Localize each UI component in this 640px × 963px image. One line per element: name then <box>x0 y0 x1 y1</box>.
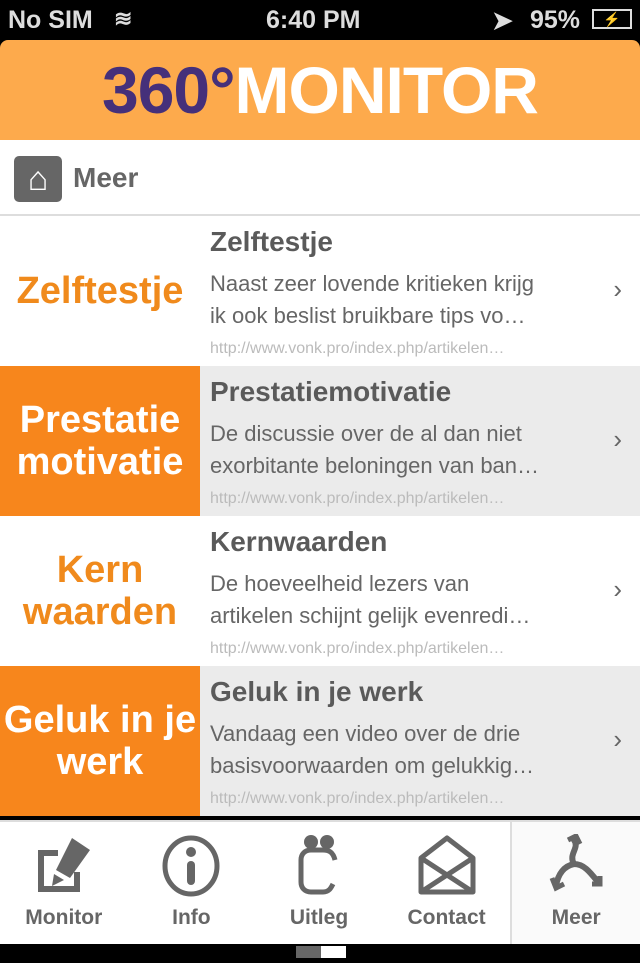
more-arrows-icon <box>512 822 640 902</box>
item-title: Prestatiemotivatie <box>210 376 452 407</box>
tab-info[interactable]: Info <box>128 822 256 944</box>
tab-label: Contact <box>407 906 486 929</box>
article-list: Zelftestje Zelftestje Naast zeer lovende… <box>0 216 640 816</box>
people-icon <box>255 822 383 902</box>
thumbnail: Geluk in je werk <box>0 666 200 816</box>
item-desc: ik ook beslist bruikbare tips vo… <box>210 303 526 328</box>
item-title: Geluk in je werk <box>210 676 424 707</box>
thumbnail: Kern waarden <box>0 516 200 666</box>
chevron-right-icon: › <box>613 574 622 604</box>
page-title: Meer <box>73 162 139 193</box>
logo-word: MONITOR <box>234 53 539 127</box>
tab-bar: Monitor Info Uitleg Contact Meer <box>0 820 640 944</box>
tab-label: Meer <box>551 906 601 929</box>
battery-percent: 95% <box>530 6 581 34</box>
tab-label: Monitor <box>25 906 103 929</box>
chevron-right-icon: › <box>613 424 622 454</box>
item-desc: Naast zeer lovende kritieken krijg <box>210 271 535 296</box>
battery-icon: ⚡ <box>592 9 632 29</box>
item-desc: De hoeveelheid lezers van <box>210 571 470 596</box>
pen-icon <box>0 822 128 902</box>
item-url: http://www.vonk.pro/index.php/artikelen… <box>210 640 505 657</box>
item-desc: exorbitante beloningen van ban… <box>210 453 540 478</box>
app-logo: 360°MONITOR <box>0 40 640 140</box>
breadcrumb: ⌂ Meer <box>0 140 640 216</box>
item-url: http://www.vonk.pro/index.php/artikelen… <box>210 340 505 357</box>
chevron-right-icon: › <box>613 274 622 304</box>
tab-uitleg[interactable]: Uitleg <box>255 822 383 944</box>
list-item[interactable]: Geluk in je werk Geluk in je werk Vandaa… <box>0 666 640 816</box>
home-icon[interactable]: ⌂ <box>14 156 62 202</box>
item-url: http://www.vonk.pro/index.php/artikelen… <box>210 790 505 807</box>
item-desc: Vandaag een video over de drie <box>210 721 521 746</box>
clock: 6:40 PM <box>266 6 361 34</box>
list-item[interactable]: Zelftestje Zelftestje Naast zeer lovende… <box>0 216 640 366</box>
thumbnail: Prestatie motivatie <box>0 366 200 516</box>
item-desc: basisvoorwaarden om gelukkig… <box>210 753 535 778</box>
logo-number: 360° <box>102 53 236 127</box>
item-title: Zelftestje <box>210 226 333 257</box>
envelope-icon <box>383 822 511 902</box>
tab-meer[interactable]: Meer <box>510 822 640 944</box>
item-title: Kernwaarden <box>210 526 388 557</box>
location-icon: ➤ <box>492 7 513 35</box>
tab-label: Info <box>172 906 211 929</box>
status-bar: No SIM ≋ 6:40 PM ➤ 95% ⚡ <box>0 0 640 40</box>
tab-monitor[interactable]: Monitor <box>0 822 128 944</box>
info-icon <box>128 822 256 902</box>
carrier: No SIM <box>8 6 93 34</box>
item-desc: De discussie over de al dan niet <box>210 421 522 446</box>
item-url: http://www.vonk.pro/index.php/artikelen… <box>210 490 505 507</box>
chevron-right-icon: › <box>613 724 622 754</box>
list-item[interactable]: Kern waarden Kernwaarden De hoeveelheid … <box>0 516 640 666</box>
thumbnail: Zelftestje <box>0 216 200 366</box>
item-desc: artikelen schijnt gelijk evenredi… <box>210 603 531 628</box>
tab-contact[interactable]: Contact <box>383 822 511 944</box>
wifi-icon: ≋ <box>114 6 133 31</box>
tab-label: Uitleg <box>289 906 349 929</box>
page-indicator[interactable] <box>296 945 346 958</box>
list-item[interactable]: Prestatie motivatie Prestatiemotivatie D… <box>0 366 640 516</box>
